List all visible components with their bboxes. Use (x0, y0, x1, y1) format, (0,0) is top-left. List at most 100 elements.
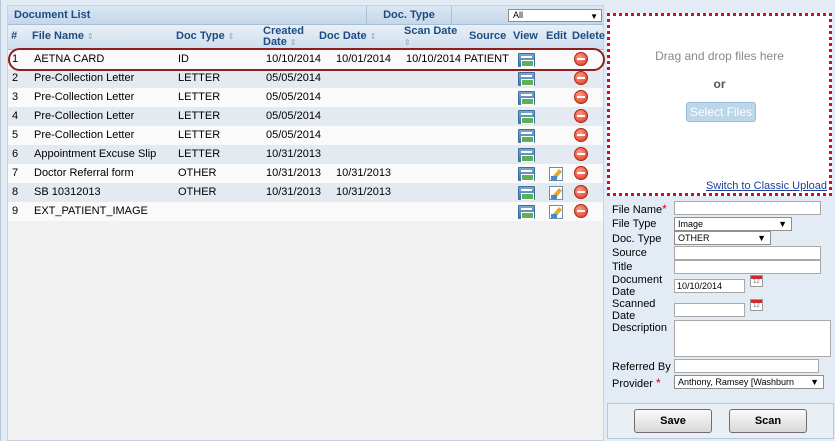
cell-created: 10/31/2013 (266, 148, 322, 160)
col-scan-date[interactable]: Scan Date ⇕ (404, 26, 464, 48)
doctype-filter-select[interactable]: All ▼ (508, 9, 602, 22)
cell-scan-date: 10/10/2014 (406, 53, 462, 65)
view-icon[interactable] (518, 205, 535, 219)
col-doc-type[interactable]: Doc Type ⇕ (176, 31, 234, 42)
file-type-value: Image (678, 219, 704, 229)
document-date-input[interactable]: 10/10/2014 (674, 279, 745, 293)
select-files-button[interactable]: Select Files (686, 102, 756, 122)
file-type-select[interactable]: Image ▼ (674, 217, 792, 231)
edit-icon[interactable] (549, 186, 563, 200)
provider-label-text: Provider (612, 378, 653, 390)
doc-type-value: OTHER (678, 233, 710, 243)
provider-select[interactable]: Anthony, Ramsey [Washburn ▼ (674, 375, 824, 389)
doc-type-select[interactable]: OTHER ▼ (674, 231, 771, 245)
doctype-filter-value: All (513, 10, 524, 20)
view-icon[interactable] (518, 91, 535, 105)
description-label: Description (612, 322, 668, 334)
delete-icon[interactable] (574, 52, 588, 66)
table-row[interactable]: 5 Pre-Collection Letter LETTER 05/05/2014 (8, 126, 603, 145)
doctype-filter-label: Doc. Type (366, 6, 452, 25)
delete-icon[interactable] (574, 185, 588, 199)
view-icon[interactable] (518, 110, 535, 124)
source-input[interactable] (674, 246, 821, 260)
file-type-label: File Type (612, 218, 657, 230)
delete-icon[interactable] (574, 109, 588, 123)
table-row[interactable]: 7 Doctor Referral form OTHER 10/31/2013 10/3… (8, 164, 603, 183)
table-row[interactable]: 9 EXT_PATIENT_IMAGE (8, 202, 603, 221)
view-icon[interactable] (518, 167, 535, 181)
table-row[interactable]: 1 AETNA CARD ID 10/10/2014 10/01/2014 10/10/2… (8, 50, 603, 69)
table-row[interactable]: 2 Pre-Collection Letter LETTER 05/05/2014 (8, 69, 603, 88)
chevron-down-icon: ▼ (757, 233, 766, 243)
sort-icon: ⇕ (369, 32, 377, 41)
description-textarea[interactable] (674, 320, 831, 357)
calendar-icon[interactable] (750, 275, 763, 287)
required-asterisk: * (662, 202, 667, 216)
view-icon[interactable] (518, 72, 535, 86)
cell-file-name: Pre-Collection Letter (34, 129, 135, 141)
col-created-date[interactable]: Created Date ⇕ (263, 26, 323, 48)
col-doc-type-label: Doc Type (176, 30, 225, 42)
sort-icon: ⇕ (227, 32, 235, 41)
cell-file-name: AETNA CARD (34, 53, 105, 65)
delete-icon[interactable] (574, 90, 588, 104)
delete-icon[interactable] (574, 166, 588, 180)
col-doc-date[interactable]: Doc Date ⇕ (319, 31, 376, 42)
scanned-date-label-line2: Date (612, 310, 636, 322)
cell-num: 7 (12, 167, 19, 179)
cell-num: 1 (12, 53, 19, 65)
referred-by-input[interactable] (674, 359, 819, 373)
col-num: # (11, 30, 18, 42)
cell-doc-type: OTHER (178, 167, 217, 179)
chevron-down-icon: ▼ (590, 12, 598, 21)
chevron-down-icon: ▼ (810, 377, 819, 387)
document-list-titlebar: Document List Doc. Type All ▼ (8, 6, 603, 25)
col-source: Source (469, 30, 507, 42)
scan-button[interactable]: Scan (729, 409, 807, 433)
cell-file-name: Pre-Collection Letter (34, 110, 135, 122)
cell-doc-type: LETTER (178, 129, 221, 141)
table-row[interactable]: 8 SB 10312013 OTHER 10/31/2013 10/31/2013 (8, 183, 603, 202)
save-button[interactable]: Save (634, 409, 712, 433)
cell-num: 9 (12, 205, 19, 217)
cell-created: 10/31/2013 (266, 186, 322, 198)
upload-panel: Drag and drop files here or Select Files… (605, 5, 835, 441)
file-name-input[interactable] (674, 201, 821, 215)
cell-num: 5 (12, 129, 19, 141)
table-row[interactable]: 4 Pre-Collection Letter LETTER 05/05/2014 (8, 107, 603, 126)
cell-created: 05/05/2014 (266, 129, 322, 141)
document-list-panel: Document List Doc. Type All ▼ # File Nam… (7, 5, 605, 441)
view-icon[interactable] (518, 129, 535, 143)
delete-icon[interactable] (574, 128, 588, 142)
drop-or: or (713, 77, 726, 91)
cell-file-name: Appointment Excuse Slip (34, 148, 157, 160)
edit-icon[interactable] (549, 205, 563, 219)
table-row[interactable]: 6 Appointment Excuse Slip LETTER 10/31/2013 (8, 145, 603, 164)
file-drop-zone[interactable]: Drag and drop files here or Select Files… (607, 13, 832, 196)
cell-doc-type: OTHER (178, 186, 217, 198)
scanned-date-input[interactable] (674, 303, 745, 317)
delete-icon[interactable] (574, 204, 588, 218)
col-file-name[interactable]: File Name ⇕ (32, 31, 94, 42)
delete-icon[interactable] (574, 71, 588, 85)
view-icon[interactable] (518, 53, 535, 67)
cell-num: 2 (12, 72, 19, 84)
col-view: View (513, 30, 538, 42)
table-row[interactable]: 3 Pre-Collection Letter LETTER 05/05/2014 (8, 88, 603, 107)
edit-icon[interactable] (549, 167, 563, 181)
view-icon[interactable] (518, 186, 535, 200)
document-list-title: Document List (14, 9, 91, 21)
document-manager: Document List Doc. Type All ▼ # File Nam… (0, 0, 835, 441)
calendar-icon[interactable] (750, 299, 763, 311)
cell-doc-type: LETTER (178, 91, 221, 103)
cell-num: 6 (12, 148, 19, 160)
cell-num: 3 (12, 91, 19, 103)
switch-classic-upload-link[interactable]: Switch to Classic Upload (706, 180, 827, 192)
cell-num: 4 (12, 110, 19, 122)
document-rows: 1 AETNA CARD ID 10/10/2014 10/01/2014 10/10/2… (8, 50, 603, 221)
delete-icon[interactable] (574, 147, 588, 161)
col-file-name-label: File Name (32, 30, 84, 42)
col-scan-date-label: Scan Date (404, 25, 458, 37)
title-input[interactable] (674, 260, 821, 274)
view-icon[interactable] (518, 148, 535, 162)
